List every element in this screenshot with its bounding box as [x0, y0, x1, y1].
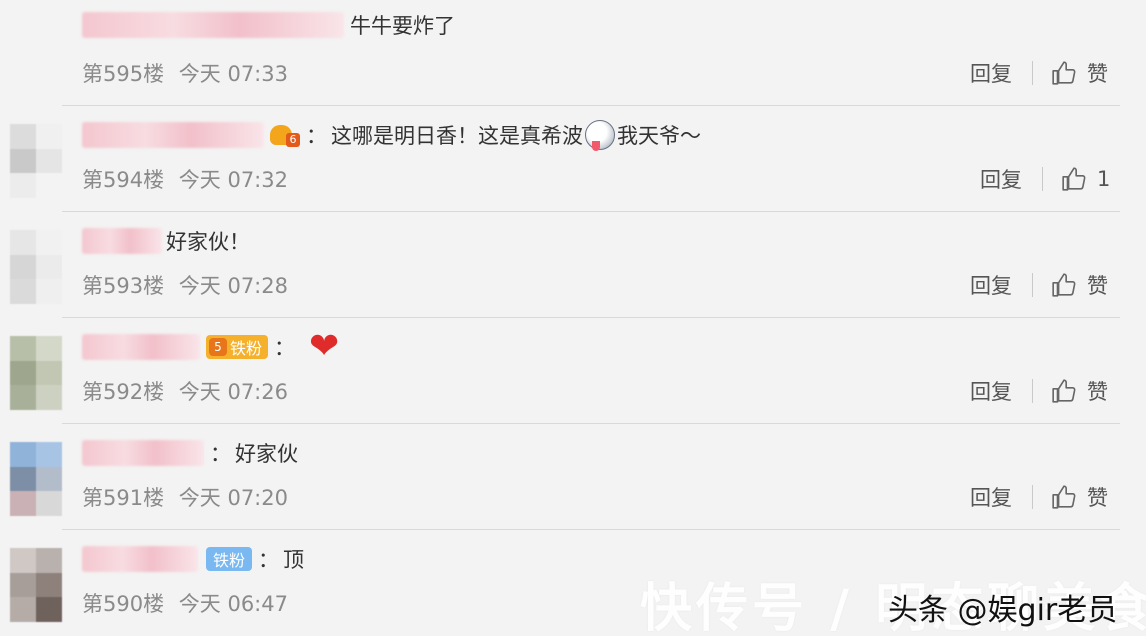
- comment-meta: 第590楼 今天 06:47: [82, 588, 288, 618]
- thumbs-up-icon[interactable]: [1051, 60, 1077, 86]
- comment-meta: 第593楼 今天 07:28: [82, 270, 288, 300]
- reply-button[interactable]: 回复: [970, 270, 1012, 300]
- like-button[interactable]: 赞: [1087, 58, 1108, 88]
- reply-button[interactable]: 回复: [970, 376, 1012, 406]
- like-count[interactable]: 1: [1097, 167, 1110, 191]
- comment-meta: 第591楼 今天 07:20: [82, 482, 288, 512]
- thumbs-up-icon[interactable]: [1061, 166, 1087, 192]
- username-blurred[interactable]: [82, 546, 198, 572]
- divider: [1032, 379, 1033, 403]
- comment-actions: 回复 赞: [970, 478, 1108, 516]
- comment-meta: 第594楼 今天 07:32: [82, 164, 288, 194]
- comment-item: 5 铁粉 ： ❤ 第592楼 今天 07:26 回复 赞: [0, 318, 1146, 424]
- comment-time: 今天 07:32: [178, 168, 288, 192]
- comment-item: 6 ： 这哪是明日香！这是真希波 我天爷～ 第594楼 今天 07:32 回复 …: [0, 106, 1146, 212]
- heart-emoji: ❤: [309, 326, 340, 367]
- reply-button[interactable]: 回复: [970, 482, 1012, 512]
- divider: [1032, 61, 1033, 85]
- avatar[interactable]: [10, 442, 62, 516]
- thumbs-up-icon[interactable]: [1051, 272, 1077, 298]
- comment-content: 6 ： 这哪是明日香！这是真希波 我天爷～: [82, 118, 701, 152]
- comment-item: 好家伙！ 第593楼 今天 07:28 回复 赞: [0, 212, 1146, 318]
- comment-meta: 第595楼 今天 07:33: [82, 58, 288, 88]
- username-blurred[interactable]: [82, 228, 162, 254]
- iron-fans-badge: 铁粉: [206, 547, 253, 571]
- comment-text: 好家伙: [235, 442, 298, 466]
- fans-badge: 5 铁粉: [206, 335, 269, 359]
- floor-number: 第591楼: [82, 486, 165, 510]
- thumbs-up-icon[interactable]: [1051, 484, 1077, 510]
- floor-number: 第595楼: [82, 62, 165, 86]
- floor-number: 第593楼: [82, 274, 165, 298]
- source-tag: 头条 @娱gir老员: [888, 593, 1118, 628]
- reply-button[interactable]: 回复: [980, 164, 1022, 194]
- comment-actions: 回复 赞: [970, 372, 1108, 410]
- username-blurred[interactable]: [82, 440, 204, 466]
- avatar[interactable]: [10, 548, 62, 622]
- reply-button[interactable]: 回复: [970, 58, 1012, 88]
- avatar[interactable]: [10, 124, 62, 198]
- username-blurred[interactable]: [82, 334, 200, 360]
- comment-content: 铁粉 ： 顶: [82, 542, 304, 576]
- comment-item: ： 好家伙 第591楼 今天 07:20 回复 赞: [0, 424, 1146, 530]
- comment-content: 好家伙！: [82, 224, 250, 258]
- comment-time: 今天 06:47: [178, 592, 288, 616]
- comment-time: 今天 07:26: [178, 380, 288, 404]
- comment-content: 牛牛要炸了: [82, 8, 455, 42]
- comment-text: 这哪是明日香！这是真希波: [331, 124, 583, 148]
- comment-text: 牛牛要炸了: [350, 14, 455, 38]
- comment-actions: 回复 赞: [970, 54, 1108, 92]
- divider: [1042, 167, 1043, 191]
- username-blurred[interactable]: [82, 122, 264, 148]
- floor-number: 第592楼: [82, 380, 165, 404]
- comment-text-tail: 我天爷～: [617, 124, 701, 148]
- avatar[interactable]: [10, 336, 62, 410]
- face-emoji: [585, 120, 615, 151]
- thumbs-up-icon[interactable]: [1051, 378, 1077, 404]
- comment-actions: 回复 1: [980, 160, 1110, 198]
- comment-text: 好家伙！: [166, 230, 250, 254]
- comment-content: ： 好家伙: [82, 436, 298, 470]
- comment-list: 牛牛要炸了 第595楼 今天 07:33 回复 赞 6 ： 这哪是明日香！这是真…: [0, 0, 1146, 636]
- comment-item: 牛牛要炸了 第595楼 今天 07:33 回复 赞: [0, 0, 1146, 106]
- comment-time: 今天 07:28: [178, 274, 288, 298]
- floor-number: 第594楼: [82, 168, 165, 192]
- divider: [1032, 273, 1033, 297]
- comment-text: 顶: [283, 548, 305, 572]
- like-button[interactable]: 赞: [1087, 376, 1108, 406]
- comment-content: 5 铁粉 ： ❤: [82, 326, 340, 367]
- avatar[interactable]: [10, 230, 62, 304]
- crown-badge-icon: 6: [270, 123, 300, 147]
- comment-actions: 回复 赞: [970, 266, 1108, 304]
- comment-meta: 第592楼 今天 07:26: [82, 376, 288, 406]
- floor-number: 第590楼: [82, 592, 165, 616]
- like-button[interactable]: 赞: [1087, 482, 1108, 512]
- username-blurred[interactable]: [82, 12, 344, 38]
- like-button[interactable]: 赞: [1087, 270, 1108, 300]
- divider: [1032, 485, 1033, 509]
- comment-time: 今天 07:33: [178, 62, 288, 86]
- comment-time: 今天 07:20: [178, 486, 288, 510]
